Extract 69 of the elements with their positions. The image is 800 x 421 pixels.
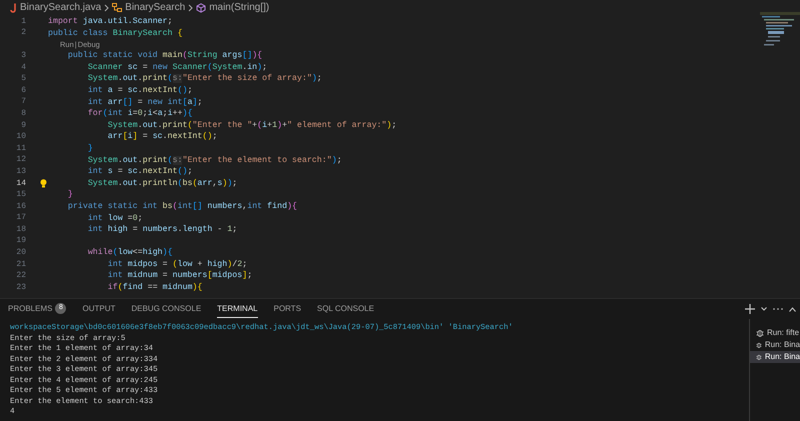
breadcrumb-item[interactable]: main(String[]) bbox=[209, 0, 270, 15]
panel-tab[interactable]: DEBUG CONSOLE bbox=[131, 300, 202, 318]
code-line: arr[i] = sc.nextInt(); bbox=[106, 131, 218, 143]
line-number: 14 bbox=[16, 178, 26, 190]
line-number: 8 bbox=[21, 108, 26, 120]
line-number: 13 bbox=[16, 166, 26, 178]
code-line: private static int bs(int[] numbers,int find){ bbox=[66, 200, 298, 212]
bug-icon bbox=[756, 329, 764, 337]
java-file-icon bbox=[10, 2, 17, 12]
code-line: System.out.print(s:"Enter the size of array:"); bbox=[86, 73, 322, 85]
code-line: import java.util.Scanner; bbox=[48, 16, 172, 28]
method-icon bbox=[196, 2, 206, 12]
code-line: for(int i=0;i<a;i++){ bbox=[86, 108, 192, 120]
panel-tab[interactable]: TERMINAL bbox=[217, 300, 258, 318]
code-line: if(find == midnum){ bbox=[106, 282, 202, 294]
lightbulb-icon[interactable] bbox=[40, 179, 46, 188]
panel-tab[interactable]: SQL CONSOLE bbox=[317, 300, 374, 318]
code-line: System.out.print("Enter the "+(i+1)+" element of array:"); bbox=[106, 120, 397, 132]
chevron-right-icon bbox=[188, 4, 194, 12]
line-number: 21 bbox=[16, 258, 26, 271]
line-number: 15 bbox=[16, 189, 26, 202]
code-line: System.out.print(s:"Enter the element to search:"); bbox=[86, 154, 342, 166]
code-line: Scanner sc = new Scanner(System.in); bbox=[86, 62, 268, 74]
code-line: int midnum = numbers[midpos]; bbox=[106, 270, 252, 282]
code-line: while(low<=high){ bbox=[86, 247, 173, 259]
line-number: 19 bbox=[16, 235, 26, 248]
line-number: 20 bbox=[16, 247, 26, 260]
panel-tab[interactable]: OUTPUT bbox=[82, 300, 116, 318]
line-number: 7 bbox=[21, 96, 26, 108]
line-number: 6 bbox=[21, 84, 26, 97]
terminal-list-item[interactable]: Run: Bina bbox=[750, 351, 800, 363]
line-number: 5 bbox=[21, 73, 26, 86]
terminal-list-item[interactable]: Run: fifte bbox=[750, 327, 800, 339]
bug-icon bbox=[756, 353, 762, 361]
chevron-up-icon[interactable] bbox=[789, 306, 796, 312]
line-number: 12 bbox=[16, 154, 26, 166]
code-line: int a = sc.nextInt(); bbox=[86, 84, 192, 97]
line-number: 4 bbox=[21, 62, 26, 74]
code-line: public class BinarySearch { bbox=[48, 28, 182, 40]
line-number: 16 bbox=[16, 200, 26, 213]
code-line: int low =0; bbox=[86, 212, 143, 224]
code-line: int s = sc.nextInt(); bbox=[86, 166, 192, 178]
breadcrumb-item[interactable]: BinarySearch bbox=[125, 0, 186, 15]
code-line: public static void main(String args[]){ bbox=[66, 50, 262, 62]
chevron-down-icon[interactable] bbox=[761, 307, 767, 311]
line-number: 23 bbox=[16, 282, 26, 294]
chevron-right-icon bbox=[104, 4, 110, 12]
code-line: } bbox=[66, 189, 73, 201]
code-line: } bbox=[86, 142, 93, 155]
line-number: 10 bbox=[16, 131, 26, 144]
line-number: 11 bbox=[16, 142, 26, 155]
add-icon[interactable] bbox=[745, 304, 755, 314]
line-number: 2 bbox=[21, 27, 26, 40]
line-number: 3 bbox=[21, 50, 26, 62]
code-line: int high = numbers.length - 1; bbox=[86, 224, 238, 236]
line-number: 17 bbox=[16, 212, 26, 224]
line-number: 22 bbox=[16, 270, 26, 282]
panel-tab[interactable]: PORTS bbox=[274, 300, 302, 318]
line-number: 1 bbox=[21, 16, 26, 28]
code-line: System.out.println(bs(arr,s)); bbox=[86, 178, 238, 190]
code-line: int midpos = (low + high)/2; bbox=[106, 258, 248, 270]
minimap-drawing bbox=[760, 12, 800, 48]
breadcrumb-item[interactable]: BinarySearch.java bbox=[20, 0, 102, 15]
class-icon bbox=[112, 3, 122, 12]
line-number: 18 bbox=[16, 224, 26, 236]
bug-icon bbox=[756, 341, 762, 349]
terminal-list-item[interactable]: Run: Bina bbox=[750, 339, 800, 351]
line-number: 9 bbox=[21, 120, 26, 132]
code-line: int arr[] = new int[a]; bbox=[86, 96, 202, 108]
